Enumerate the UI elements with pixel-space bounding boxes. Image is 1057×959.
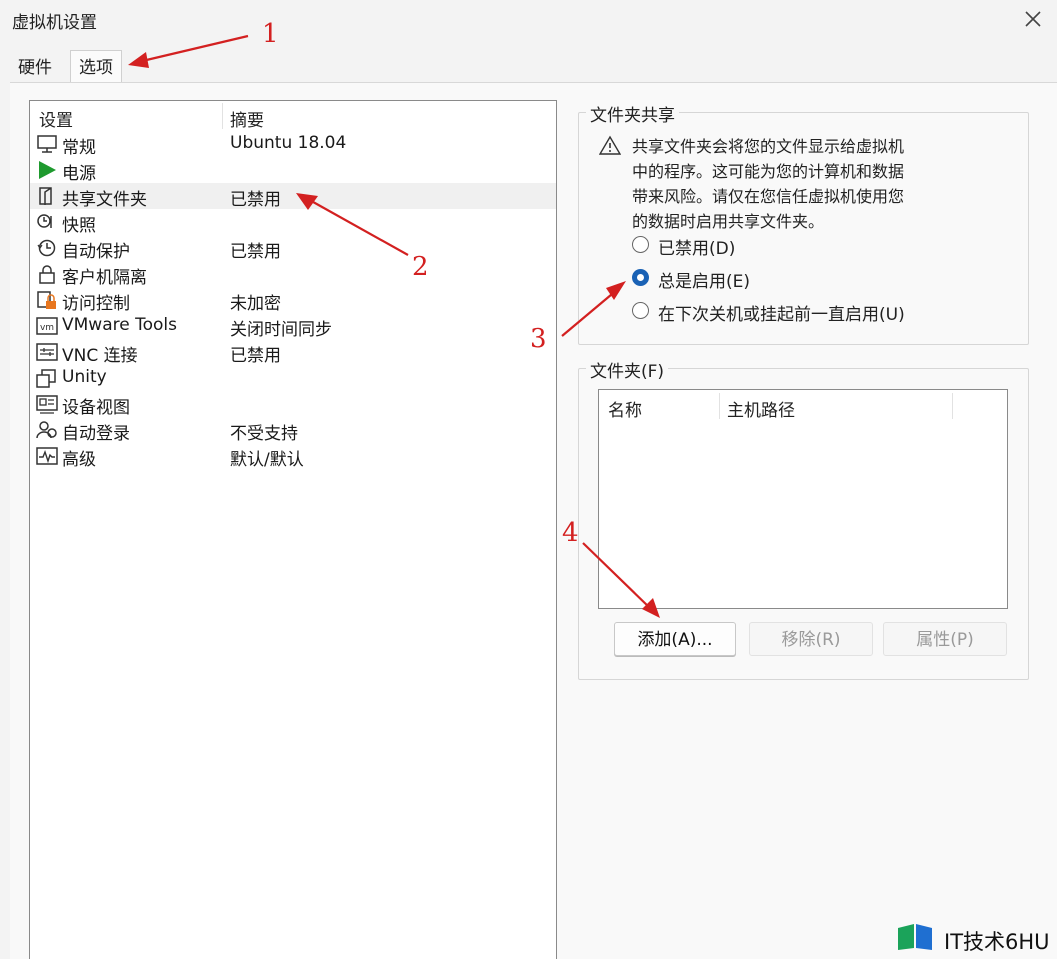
remove-button[interactable]: 移除(R): [749, 622, 873, 656]
list-item-summary: 已禁用: [230, 190, 281, 210]
folder-sharing-title: 文件夹共享: [586, 101, 679, 126]
list-header: 设置 摘要: [30, 101, 556, 131]
lock-icon: [39, 265, 55, 284]
unity-icon: [36, 369, 56, 388]
folders-title: 文件夹(F): [586, 357, 669, 382]
annotation-label-3: 3: [530, 324, 547, 354]
settings-list[interactable]: 设置 摘要 常规 Ubuntu 18.04 电源 共享文件夹 已禁用 快照 自动…: [29, 100, 557, 959]
access-control-icon: [37, 291, 56, 309]
list-item-device-view[interactable]: 设备视图: [30, 391, 556, 418]
radio-label[interactable]: 总是启用(E): [658, 267, 750, 292]
list-item-summary: 未加密: [230, 294, 281, 314]
tab-bar: 硬件 选项: [0, 50, 1057, 83]
list-item-label: 访问控制: [62, 294, 130, 314]
device-view-icon: [36, 395, 58, 414]
watermark-logo-icon: [898, 924, 932, 950]
warning-icon: [599, 135, 621, 155]
warning-text: 共享文件夹会将您的文件显示给虚拟机 中的程序。这可能为您的计算机和数据 带来风险…: [632, 134, 952, 234]
column-header-host-path[interactable]: 主机路径: [727, 396, 795, 421]
list-item-summary: 默认/默认: [230, 450, 304, 470]
column-divider[interactable]: [719, 393, 720, 419]
list-item-label: 电源: [62, 164, 96, 184]
warning-line: 中的程序。这可能为您的计算机和数据: [632, 162, 905, 181]
radio-label[interactable]: 在下次关机或挂起前一直启用(U): [658, 300, 905, 325]
play-icon: [39, 161, 56, 179]
shared-folder-icon: [39, 187, 52, 205]
list-item-summary: 已禁用: [230, 242, 281, 262]
add-button[interactable]: 添加(A)...: [614, 622, 736, 656]
radio-circle[interactable]: [632, 302, 649, 319]
list-item-summary: 已禁用: [230, 346, 281, 366]
users-icon: [36, 421, 57, 439]
radio-circle-selected[interactable]: [632, 269, 649, 286]
list-item-shared-folders[interactable]: 共享文件夹 已禁用: [30, 183, 556, 210]
tab-hardware[interactable]: 硬件: [10, 54, 60, 82]
snapshot-icon: [37, 214, 52, 228]
list-item-label: 客户机隔离: [62, 268, 147, 288]
list-item-summary: Ubuntu 18.04: [230, 133, 347, 153]
list-item-label: 设备视图: [62, 398, 130, 418]
list-item-label: VMware Tools: [62, 315, 177, 335]
column-header-name[interactable]: 名称: [608, 396, 642, 421]
properties-button[interactable]: 属性(P): [883, 622, 1007, 656]
list-item-label: 共享文件夹: [62, 190, 147, 210]
svg-text:vm: vm: [40, 323, 54, 333]
tab-options[interactable]: 选项: [70, 50, 122, 83]
warning-line: 的数据时启用共享文件夹。: [632, 212, 825, 231]
header-summary[interactable]: 摘要: [230, 106, 264, 131]
list-item-power[interactable]: 电源: [30, 157, 556, 184]
radio-circle[interactable]: [632, 236, 649, 253]
list-item-advanced[interactable]: 高级 默认/默认: [30, 443, 556, 470]
list-item-general[interactable]: 常规 Ubuntu 18.04: [30, 131, 556, 158]
column-divider[interactable]: [952, 393, 953, 419]
list-item-label: VNC 连接: [62, 346, 138, 366]
list-item-autologin[interactable]: 自动登录 不受支持: [30, 417, 556, 444]
clock-icon: [37, 239, 56, 257]
pulse-icon: [36, 447, 58, 465]
list-item-unity[interactable]: Unity: [30, 365, 556, 391]
list-item-vnc[interactable]: VNC 连接 已禁用: [30, 339, 556, 366]
list-item-label: 自动登录: [62, 424, 130, 444]
warning-line: 带来风险。请仅在您信任虚拟机使用您: [632, 187, 905, 206]
vnc-icon: [36, 343, 58, 361]
annotation-label-1: 1: [262, 19, 279, 49]
list-item-snapshots[interactable]: 快照: [30, 209, 556, 236]
window-title: 虚拟机设置: [12, 13, 97, 33]
list-item-label: 快照: [62, 216, 96, 236]
column-divider[interactable]: [222, 103, 223, 129]
list-item-vmware-tools[interactable]: vm VMware Tools 关闭时间同步: [30, 313, 556, 340]
list-item-guest-isolation[interactable]: 客户机隔离: [30, 261, 556, 288]
list-item-access-control[interactable]: 访问控制 未加密: [30, 287, 556, 314]
list-item-label: 高级: [62, 450, 96, 470]
vm-icon: vm: [36, 317, 58, 335]
watermark-text: IT技术6HU: [944, 930, 1050, 954]
close-icon[interactable]: [1020, 6, 1046, 32]
warning-line: 共享文件夹会将您的文件显示给虚拟机: [632, 137, 905, 156]
title-bar: 虚拟机设置: [0, 0, 1057, 42]
list-item-label: Unity: [62, 367, 107, 387]
annotation-label-4: 4: [562, 518, 579, 548]
list-item-label: 常规: [62, 138, 96, 158]
list-item-autoprotect[interactable]: 自动保护 已禁用: [30, 235, 556, 262]
list-item-label: 自动保护: [62, 242, 130, 262]
list-item-summary: 不受支持: [230, 424, 298, 444]
annotation-label-2: 2: [412, 252, 429, 282]
monitor-icon: [37, 135, 57, 153]
list-item-summary: 关闭时间同步: [230, 320, 332, 340]
radio-label[interactable]: 已禁用(D): [658, 234, 735, 259]
folders-table[interactable]: 名称 主机路径: [598, 389, 1008, 609]
header-setting[interactable]: 设置: [39, 106, 73, 131]
